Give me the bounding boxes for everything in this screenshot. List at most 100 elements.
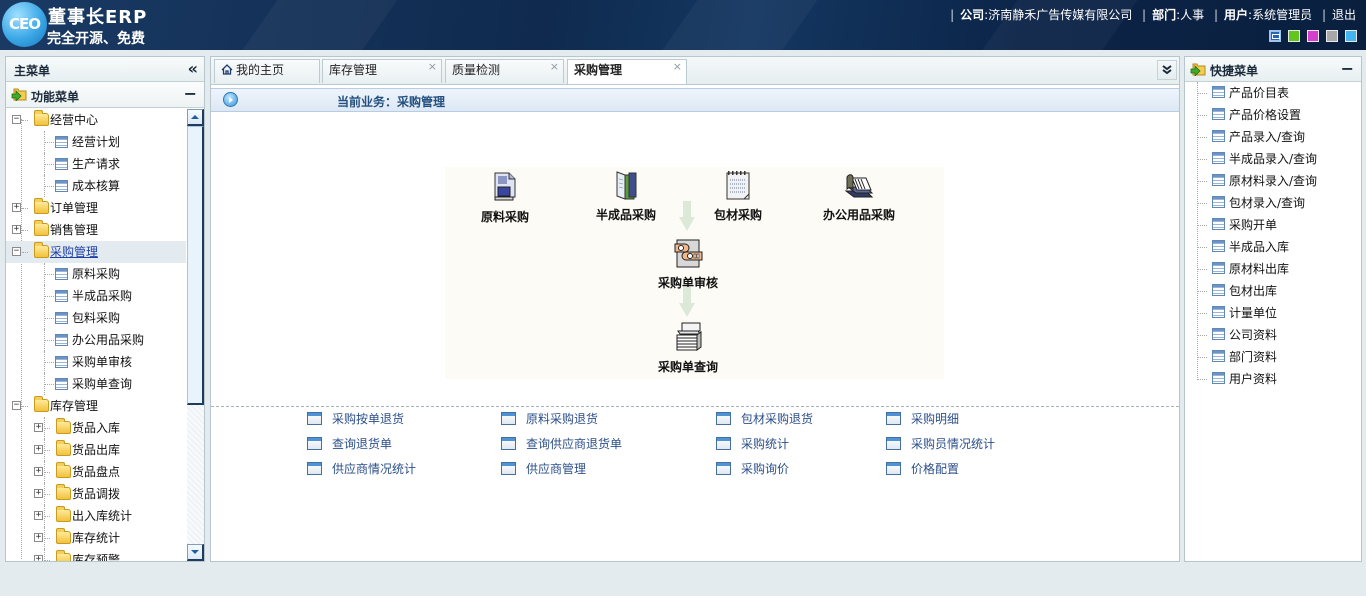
skin-swatch-gray[interactable] [1326, 30, 1338, 42]
tree-item[interactable]: + 出入库统计 [6, 505, 186, 527]
tab-1[interactable]: 库存管理 × [322, 59, 442, 83]
close-icon[interactable]: × [673, 57, 682, 77]
close-icon[interactable]: × [428, 57, 437, 77]
tree-item[interactable]: 采购单审核 [6, 351, 186, 373]
expand-toggle-icon[interactable]: + [34, 445, 43, 454]
collapse-toggle-icon[interactable]: − [12, 401, 21, 410]
tab-menu-button[interactable] [1157, 60, 1177, 80]
company-value: 济南静禾广告传媒有限公司 [988, 8, 1133, 22]
expand-toggle-icon[interactable]: + [34, 511, 43, 520]
shortcut-item[interactable]: 原材料录入/查询 [1185, 170, 1361, 192]
skin-swatch-green[interactable] [1288, 30, 1300, 42]
quick-link[interactable]: 价格配置 [886, 459, 959, 479]
quick-link[interactable]: 包材采购退货 [716, 409, 813, 429]
tree-item[interactable]: + 销售管理 [6, 219, 186, 241]
expand-toggle-icon[interactable]: + [12, 225, 21, 234]
tree-item[interactable]: + 货品调拨 [6, 483, 186, 505]
tree-item[interactable]: 办公用品采购 [6, 329, 186, 351]
shortcut-item[interactable]: 部门资料 [1185, 346, 1361, 368]
tree-item[interactable]: + 库存统计 [6, 527, 186, 549]
shortcut-item[interactable]: 公司资料 [1185, 324, 1361, 346]
tree-item[interactable]: 半成品采购 [6, 285, 186, 307]
shortcut-item[interactable]: 采购开单 [1185, 214, 1361, 236]
expand-toggle-icon[interactable]: + [34, 489, 43, 498]
tree-item[interactable]: 生产请求 [6, 153, 186, 175]
tree-item[interactable]: − 采购管理 [6, 241, 186, 263]
shortcut-item[interactable]: 包材录入/查询 [1185, 192, 1361, 214]
page-icon [55, 136, 68, 148]
tree-item[interactable]: + 货品出库 [6, 439, 186, 461]
logout-link[interactable]: 退出 [1332, 8, 1356, 22]
flow-item-order-review[interactable]: 采购单审核 [650, 237, 726, 291]
flow-item-packaging[interactable]: 包材采购 [705, 169, 771, 223]
flow-item-order-query[interactable]: 采购单查询 [650, 321, 726, 375]
tree-item[interactable]: − 库存管理 [6, 395, 186, 417]
close-icon[interactable]: × [550, 57, 559, 77]
collapse-icon[interactable]: − [184, 84, 197, 103]
shortcut-item[interactable]: 计量单位 [1185, 302, 1361, 324]
page-icon [1212, 240, 1225, 252]
scroll-up-button[interactable] [187, 109, 204, 126]
quick-link[interactable]: 采购明细 [886, 409, 959, 429]
scroll-thumb[interactable] [187, 126, 204, 405]
scroll-down-button[interactable] [187, 544, 204, 561]
shortcut-item[interactable]: 产品录入/查询 [1185, 126, 1361, 148]
collapse-toggle-icon[interactable]: − [12, 247, 21, 256]
quick-link[interactable]: 采购按单退货 [307, 409, 404, 429]
quick-link[interactable]: 采购员情况统计 [886, 434, 995, 454]
tree-item[interactable]: 成本核算 [6, 175, 186, 197]
shortcut-menu-header[interactable]: 快捷菜单 − [1185, 57, 1361, 82]
tree-item[interactable]: 经营计划 [6, 131, 186, 153]
collapse-icon[interactable]: − [1341, 59, 1354, 78]
shortcut-item-label: 包材出库 [1229, 284, 1278, 298]
tree-scrollbar[interactable] [187, 109, 204, 561]
shortcut-item[interactable]: 半成品录入/查询 [1185, 148, 1361, 170]
shortcut-item[interactable]: 用户资料 [1185, 368, 1361, 390]
tree-connector [1197, 137, 1207, 138]
tab-0[interactable]: 我的主页 [214, 59, 320, 83]
tree-item[interactable]: + 订单管理 [6, 197, 186, 219]
collapse-toggle-icon[interactable]: − [12, 115, 21, 124]
quick-link-label: 查询退货单 [332, 437, 393, 451]
tree-item[interactable]: 采购单查询 [6, 373, 186, 395]
shortcut-item[interactable]: 产品价格设置 [1185, 104, 1361, 126]
function-menu-header[interactable]: 功能菜单 − [6, 82, 204, 108]
shortcut-item[interactable]: 产品价目表 [1185, 82, 1361, 104]
tree-item-label: 半成品采购 [72, 289, 133, 303]
shortcut-item[interactable]: 包材出库 [1185, 280, 1361, 302]
tree-item-label: 货品盘点 [72, 465, 121, 479]
tree-item-label: 库存统计 [72, 531, 121, 545]
tab-3[interactable]: 采购管理 × [567, 59, 687, 84]
quick-link[interactable]: 采购询价 [716, 459, 789, 479]
tab-2[interactable]: 质量检测 × [445, 59, 564, 83]
quick-link[interactable]: 查询供应商退货单 [501, 434, 622, 454]
tree-item[interactable]: − 经营中心 [6, 109, 186, 131]
flow-item-semi-finished[interactable]: 半成品采购 [588, 169, 664, 223]
expand-toggle-icon[interactable]: + [34, 555, 43, 561]
flow-item-label: 采购单查询 [657, 360, 718, 374]
expand-toggle-icon[interactable]: + [34, 423, 43, 432]
shortcut-item[interactable]: 半成品入库 [1185, 236, 1361, 258]
skin-swatch-pink[interactable] [1307, 30, 1319, 42]
page-icon [1212, 328, 1225, 340]
tree-item[interactable]: + 货品入库 [6, 417, 186, 439]
double-chevron-left-icon[interactable]: « [188, 59, 198, 78]
quick-link[interactable]: 采购统计 [716, 434, 789, 454]
quick-link[interactable]: 原料采购退货 [501, 409, 598, 429]
quick-link[interactable]: 供应商情况统计 [307, 459, 416, 479]
arrow-right-circle-icon[interactable] [223, 92, 238, 107]
flow-item-office-supplies[interactable]: 办公用品采购 [813, 169, 905, 223]
skin-swatch-blue[interactable] [1269, 30, 1281, 42]
skin-swatch-sky[interactable] [1345, 30, 1357, 42]
expand-toggle-icon[interactable]: + [12, 203, 21, 212]
expand-toggle-icon[interactable]: + [34, 467, 43, 476]
expand-toggle-icon[interactable]: + [34, 533, 43, 542]
tree-item[interactable]: 包料采购 [6, 307, 186, 329]
tree-item[interactable]: + 货品盘点 [6, 461, 186, 483]
flow-item-raw-material[interactable]: 原料采购 [473, 171, 537, 225]
tree-item[interactable]: 原料采购 [6, 263, 186, 285]
tree-item[interactable]: + 库存预警 [6, 549, 186, 561]
shortcut-item[interactable]: 原材料出库 [1185, 258, 1361, 280]
quick-link[interactable]: 供应商管理 [501, 459, 586, 479]
quick-link[interactable]: 查询退货单 [307, 434, 392, 454]
